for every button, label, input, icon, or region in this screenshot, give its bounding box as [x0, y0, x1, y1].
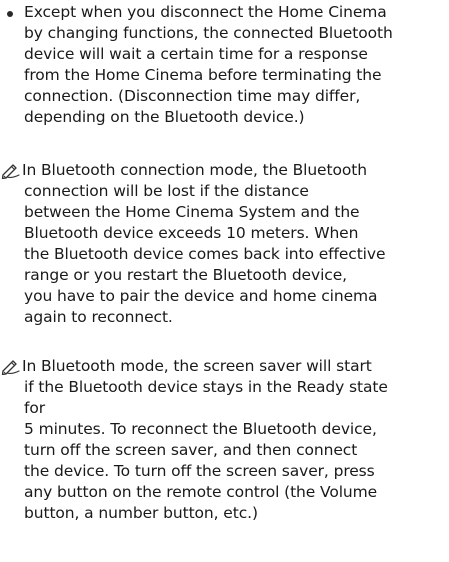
note-item-screensaver: In Bluetooth mode, the screen saver will…	[0, 356, 449, 560]
manual-page: Except when you disconnect the Home Cine…	[0, 0, 449, 562]
note-item-distance: In Bluetooth connection mode, the Blueto…	[0, 160, 449, 350]
note-first-line: In Bluetooth mode, the screen saver will…	[22, 357, 372, 375]
note-first-line: In Bluetooth connection mode, the Blueto…	[22, 161, 367, 179]
bullet-text: Except when you disconnect the Home Cine…	[24, 3, 393, 126]
bullet-item-disconnect: Except when you disconnect the Home Cine…	[0, 2, 449, 130]
note-pencil-icon	[1, 164, 20, 179]
bullet-dot-icon	[7, 11, 13, 17]
note-body: if the Bluetooth device stays in the Rea…	[24, 378, 388, 522]
note-pencil-icon	[1, 360, 20, 375]
note-body: connection will be lost if the distance …	[24, 182, 386, 326]
